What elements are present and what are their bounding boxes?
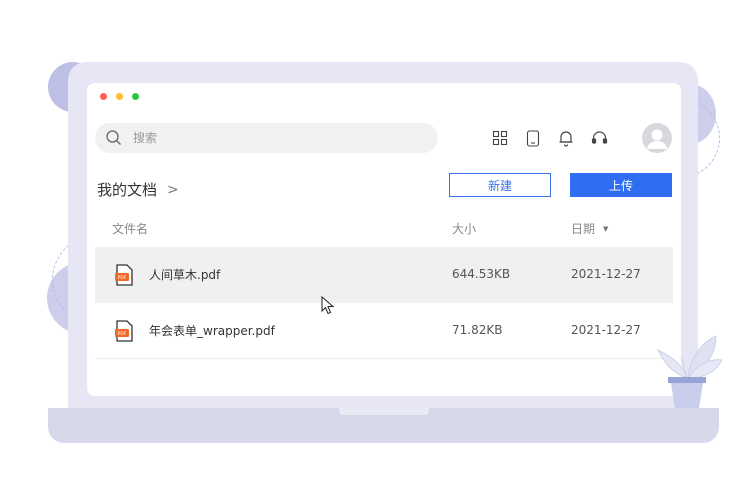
new-button[interactable]: 新建 bbox=[449, 173, 551, 197]
grid-view-icon[interactable] bbox=[489, 127, 511, 149]
avatar-icon[interactable] bbox=[642, 123, 672, 153]
pdf-file-icon: PDF bbox=[115, 320, 133, 342]
chevron-right-icon: > bbox=[167, 181, 179, 198]
search-input[interactable] bbox=[131, 130, 375, 146]
table-row[interactable]: PDF 人间草木.pdf 644.53KB 2021-12-27 bbox=[95, 247, 673, 303]
column-header-date[interactable]: 日期 ▼ bbox=[571, 220, 608, 237]
maximize-dot[interactable] bbox=[132, 93, 139, 100]
app-window: 我的文档 > 新建 上传 文件名 大小 日期 ▼ PDF 人间草木.pdf 64… bbox=[87, 83, 681, 396]
file-name[interactable]: 年会表单_wrapper.pdf bbox=[149, 322, 275, 339]
table-row[interactable]: PDF 年会表单_wrapper.pdf 71.82KB 2021-12-27 bbox=[95, 303, 673, 359]
headset-icon[interactable] bbox=[588, 127, 610, 149]
file-date: 2021-12-27 bbox=[571, 267, 641, 281]
search-bar[interactable] bbox=[95, 123, 438, 153]
file-size: 71.82KB bbox=[452, 323, 503, 337]
column-header-size[interactable]: 大小 bbox=[452, 220, 476, 237]
upload-button[interactable]: 上传 bbox=[570, 173, 672, 197]
potted-plant-illustration bbox=[657, 335, 722, 408]
column-header-date-label: 日期 bbox=[571, 222, 596, 236]
file-size: 644.53KB bbox=[452, 267, 511, 281]
file-name[interactable]: 人间草木.pdf bbox=[149, 266, 220, 283]
laptop-notch bbox=[339, 408, 429, 415]
pdf-file-icon: PDF bbox=[115, 264, 133, 286]
window-controls bbox=[100, 93, 139, 100]
bell-icon[interactable] bbox=[555, 127, 577, 149]
close-dot[interactable] bbox=[100, 93, 107, 100]
sort-down-icon[interactable]: ▼ bbox=[603, 225, 608, 233]
mobile-device-icon[interactable] bbox=[522, 127, 544, 149]
file-date: 2021-12-27 bbox=[571, 323, 641, 337]
toolbar-icons bbox=[489, 127, 621, 149]
minimize-dot[interactable] bbox=[116, 93, 123, 100]
svg-text:PDF: PDF bbox=[118, 331, 127, 337]
column-header-name[interactable]: 文件名 bbox=[112, 220, 148, 237]
mouse-cursor-icon bbox=[321, 296, 335, 315]
breadcrumb: 我的文档 > bbox=[97, 179, 179, 200]
page-title[interactable]: 我的文档 bbox=[97, 179, 157, 200]
search-icon bbox=[105, 129, 123, 147]
svg-text:PDF: PDF bbox=[118, 275, 127, 281]
